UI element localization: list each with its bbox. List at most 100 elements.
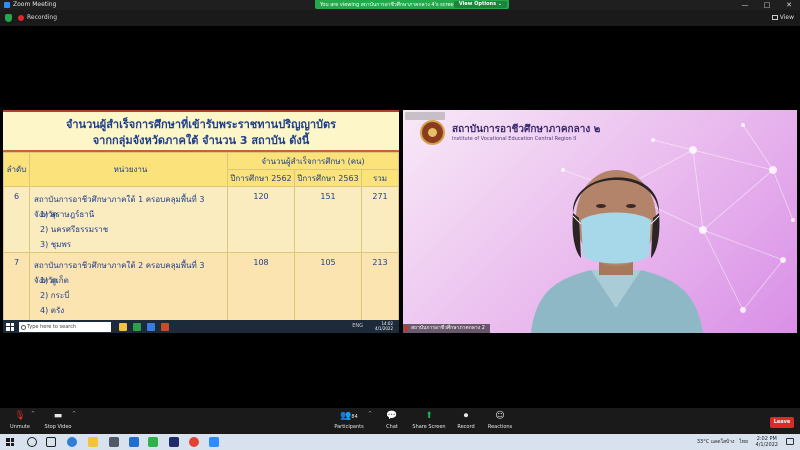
share-screen-label: Share Screen: [412, 424, 446, 430]
grid-view-icon: [771, 15, 778, 20]
security-shield-icon[interactable]: [5, 14, 12, 22]
system-tray: 33°C แดดใสบ้าง ไทย: [697, 438, 748, 446]
participants-label: Participants: [334, 424, 364, 430]
row-year-2563: 105: [294, 252, 362, 323]
province-item: 1) สุราษฎร์ธานี: [40, 210, 95, 219]
edge-icon[interactable]: [147, 322, 155, 331]
camera-name-chip: [405, 112, 445, 120]
taskbar-date: 4/1/2022: [755, 442, 778, 448]
windows-start-icon[interactable]: [6, 438, 14, 446]
reactions-button[interactable]: ☺ Reactions: [480, 411, 520, 430]
participants-icon: 👥84: [340, 411, 358, 421]
row-unit: สถาบันการอาชีวศึกษาภาคใต้ 1 ครอบคลุมพื้น…: [29, 186, 228, 253]
recording-label[interactable]: Recording: [27, 13, 57, 23]
zoom-taskbar-icon[interactable]: [209, 437, 219, 447]
remote-start-icon[interactable]: [6, 322, 14, 331]
chat-button[interactable]: 💬 Chat: [372, 411, 412, 430]
reactions-smiley-icon: ☺: [495, 411, 505, 421]
task-view-icon[interactable]: [46, 437, 56, 447]
chrome-icon[interactable]: [189, 437, 199, 447]
row-year-2563: 151: [294, 186, 362, 253]
remote-date: 4/1/2022: [375, 326, 393, 331]
photoshop-icon[interactable]: [169, 437, 179, 447]
unit-name: สถาบันการอาชีวศึกษาภาคใต้ 1 ครอบคลุมพื้น…: [34, 195, 205, 219]
powerpoint-icon[interactable]: [161, 322, 169, 331]
leave-button[interactable]: Leave: [770, 417, 794, 428]
window-title: Zoom Meeting: [13, 1, 57, 8]
unit-name: สถาบันการอาชีวศึกษาภาคใต้ 2 ครอบคลุมพื้น…: [34, 261, 205, 285]
institute-logo: [420, 120, 445, 145]
zoom-window: Zoom Meeting — □ ✕ You are viewing สถาบั…: [0, 0, 800, 450]
window-controls: — □ ✕: [734, 0, 800, 10]
view-button[interactable]: View: [771, 13, 794, 23]
graduates-table: ลำดับ หน่วยงาน จำนวนผู้สำเร็จการศึกษา (ค…: [3, 152, 399, 323]
shared-screen: จำนวนผู้สำเร็จการศึกษาที่เข้ารับพระราชทา…: [3, 110, 399, 333]
line-app-icon[interactable]: [148, 437, 158, 447]
share-screen-button[interactable]: ⬆ Share Screen: [409, 411, 449, 430]
chat-label: Chat: [386, 424, 398, 430]
share-banner: You are viewing สถาบันการอาชีวศึกษาภาคกล…: [315, 0, 509, 9]
unmute-label: Unmute: [10, 424, 30, 430]
slide-title-line-2: จากกลุ่มจังหวัดภาคใต้ จำนวน 3 สถาบัน ดัง…: [92, 134, 310, 147]
video-options-caret-icon[interactable]: ^: [72, 411, 76, 417]
chat-icon: 💬: [386, 411, 398, 421]
header-graduates-group: จำนวนผู้สำเร็จการศึกษา (คน): [227, 152, 399, 170]
windows-taskbar: 33°C แดดใสบ้าง ไทย 2:02 PM 4/1/2022: [0, 434, 800, 450]
mail-icon[interactable]: [129, 437, 139, 447]
file-explorer-icon[interactable]: [119, 322, 127, 331]
row-year-2562: 108: [227, 252, 295, 323]
reactions-label: Reactions: [487, 424, 513, 430]
store-icon[interactable]: [109, 437, 119, 447]
table-row: 6 สถาบันการอาชีวศึกษาภาคใต้ 1 ครอบคลุมพื…: [3, 186, 399, 253]
row-unit: สถาบันการอาชีวศึกษาภาคใต้ 2 ครอบคลุมพื้น…: [29, 252, 228, 323]
header-year-2562: ปีการศึกษา 2562: [227, 169, 295, 187]
taskbar-clock[interactable]: 2:02 PM 4/1/2022: [756, 436, 778, 448]
audio-options-caret-icon[interactable]: ^: [31, 411, 35, 417]
maximize-button[interactable]: □: [756, 0, 778, 10]
province-item: 3) ชุมพร: [40, 240, 72, 249]
file-explorer-icon[interactable]: [88, 437, 98, 447]
province-item: 2) นครศรีธรรมราช: [40, 225, 109, 234]
recording-dot-icon: [18, 15, 24, 21]
input-language[interactable]: ไทย: [739, 439, 748, 445]
slide-title: จำนวนผู้สำเร็จการศึกษาที่เข้ารับพระราชทา…: [3, 110, 399, 152]
view-label: View: [779, 14, 794, 21]
participants-button[interactable]: 👥84 Participants: [329, 411, 369, 430]
close-button[interactable]: ✕: [778, 0, 800, 10]
remote-tray-lang: ENG: [352, 323, 363, 329]
weather-temp[interactable]: 33°C: [697, 439, 709, 445]
institute-name: สถาบันการอาชีวศึกษาภาคกลาง ๒: [452, 124, 601, 135]
edge-icon[interactable]: [67, 437, 77, 447]
search-icon[interactable]: [27, 437, 37, 447]
minimize-button[interactable]: —: [734, 0, 756, 10]
zoom-app-icon: [4, 2, 10, 8]
participant-person: [531, 170, 703, 333]
chrome-icon[interactable]: [133, 322, 141, 331]
header-unit: หน่วยงาน: [29, 152, 228, 187]
remote-search-box[interactable]: Type here to search: [19, 321, 111, 332]
row-no: 6: [3, 186, 30, 253]
row-total: 213: [361, 252, 399, 323]
share-banner-text: You are viewing สถาบันการอาชีวศึกษาภาคกล…: [320, 1, 457, 8]
meeting-controls: 🎙 Unmute ^ ▬ Stop Video ^ 👥84 Participan…: [0, 408, 800, 434]
province-item: 2) กระบี่: [40, 291, 70, 300]
participant-video[interactable]: สถาบันการอาชีวศึกษาภาคกลาง ๒ Institute o…: [403, 110, 797, 333]
remote-taskbar-apps: [119, 322, 175, 331]
view-options-button[interactable]: View Options ⌄: [453, 1, 507, 8]
province-item: 4) ตรัง: [40, 306, 65, 315]
remote-clock: 14:02 4/1/2022: [375, 321, 393, 331]
remote-taskbar: Type here to search ENG 14:02 4/1/2022: [3, 320, 399, 333]
table-row: 7 สถาบันการอาชีวศึกษาภาคใต้ 2 ครอบคลุมพื…: [3, 252, 399, 323]
row-year-2562: 120: [227, 186, 295, 253]
participants-count: 84: [351, 414, 358, 420]
share-screen-icon: ⬆: [425, 411, 433, 421]
row-no: 7: [3, 252, 30, 323]
notification-icon[interactable]: [786, 438, 794, 445]
header-total: รวม: [361, 169, 399, 187]
institute-subtitle: Institute of Vocational Education Centra…: [452, 136, 577, 142]
stop-video-label: Stop Video: [44, 424, 72, 430]
header-no: ลำดับ: [3, 152, 30, 187]
weather-desc[interactable]: แดดใสบ้าง: [711, 439, 735, 445]
province-item: 1) ภูเก็ต: [40, 276, 69, 285]
slide-title-line-1: จำนวนผู้สำเร็จการศึกษาที่เข้ารับพระราชทา…: [65, 118, 337, 131]
